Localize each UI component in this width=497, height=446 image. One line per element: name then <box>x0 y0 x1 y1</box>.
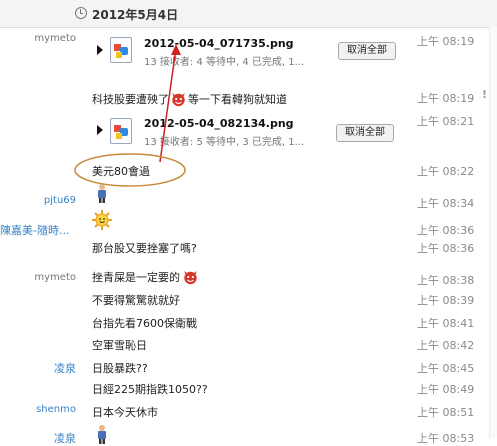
annotation-ellipse <box>74 153 186 187</box>
annotation-arrow-line <box>159 47 177 163</box>
annotation-overlay <box>74 44 186 187</box>
annotation-arrowhead <box>171 44 181 55</box>
